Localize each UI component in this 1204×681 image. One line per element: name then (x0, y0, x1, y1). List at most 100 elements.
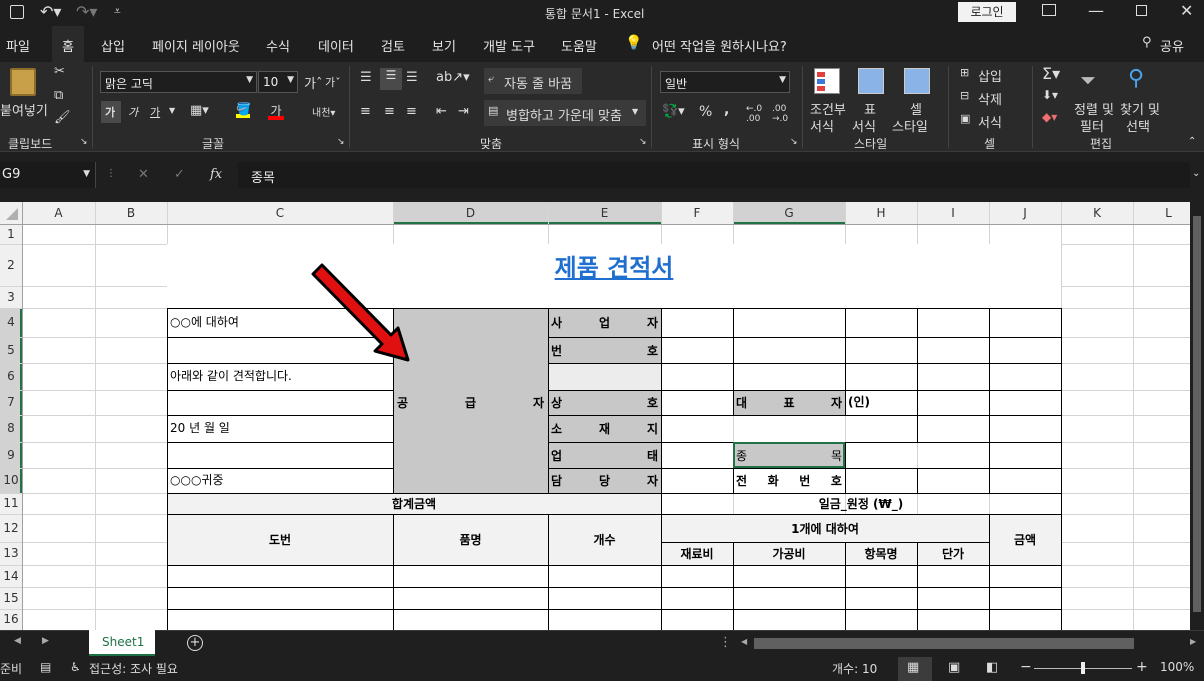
italic-button[interactable]: 가 (128, 104, 138, 120)
tab-page-layout[interactable]: 페이지 레이아웃 (152, 36, 240, 55)
increase-decimal-icon[interactable]: ←.0.00 (746, 104, 762, 124)
font-color-icon[interactable]: 가 (268, 102, 284, 120)
tab-review[interactable]: 검토 (381, 36, 405, 55)
cell-styles-icon[interactable] (904, 68, 930, 94)
tell-me-box[interactable]: 어떤 작업을 원하시나요? (652, 36, 787, 55)
prev-sheet-icon[interactable]: ◀ (14, 636, 21, 646)
page-break-view-icon[interactable]: ◧ (986, 660, 998, 675)
sort-filter-label2[interactable]: 필터 (1080, 116, 1104, 135)
customize-qat-icon[interactable]: ⩡ (114, 4, 121, 19)
align-top-icon[interactable]: ☰ (360, 70, 372, 85)
orientation-icon[interactable]: ab↗▾ (436, 70, 470, 85)
login-button[interactable]: 로그인 (958, 2, 1016, 22)
number-format-select[interactable]: 일반 ▼ (660, 71, 790, 93)
scroll-right-icon[interactable]: ▶ (1190, 637, 1196, 646)
font-name-select[interactable]: 맑은 고딕 ▼ (100, 71, 257, 93)
format-as-table-label2[interactable]: 서식 (852, 116, 876, 135)
autosum-icon[interactable]: Σ▾ (1042, 64, 1060, 83)
tab-formulas[interactable]: 수식 (266, 36, 290, 55)
sheet-tab-sheet1[interactable]: Sheet1 (89, 630, 155, 656)
formula-input[interactable]: 종목 (238, 162, 1190, 188)
share-button[interactable]: 공유 (1160, 36, 1184, 55)
tab-insert[interactable]: 삽입 (101, 36, 125, 55)
page-layout-view-icon[interactable]: ▣ (948, 660, 960, 675)
align-center-icon[interactable]: ≡ (384, 104, 395, 119)
find-select-label2[interactable]: 선택 (1126, 116, 1150, 135)
align-bottom-icon[interactable]: ☰ (406, 70, 418, 85)
find-select-icon[interactable]: ⚲ (1128, 66, 1144, 91)
formula-value: 종목 (251, 171, 275, 186)
zoom-out-icon[interactable]: − (1020, 659, 1032, 675)
font-launcher-icon[interactable]: ↘ (337, 137, 345, 147)
phonetic-icon[interactable]: 내천▾ (312, 104, 335, 119)
font-size-select[interactable]: 10 ▼ (258, 71, 298, 93)
indent-decrease-icon[interactable]: ⇤ (436, 104, 447, 119)
align-left-icon[interactable]: ≡ (360, 104, 371, 119)
border-icon[interactable]: ▦▾ (190, 103, 209, 118)
close-icon[interactable]: ✕ (1180, 1, 1193, 20)
tab-splitter-icon[interactable]: ⋮ (719, 635, 732, 650)
undo-icon[interactable]: ↶▾ (40, 2, 61, 21)
tab-home-label[interactable]: 홈 (62, 36, 74, 55)
format-painter-icon[interactable]: 🖌 (54, 110, 71, 125)
font-shrink-icon[interactable]: 가ˇ (325, 74, 341, 90)
ribbon-display-icon[interactable] (1042, 4, 1056, 16)
conditional-format-icon[interactable] (814, 68, 840, 94)
indent-increase-icon[interactable]: ⇥ (458, 104, 469, 119)
format-cells-button[interactable]: 서식 (978, 112, 1002, 131)
zoom-slider-thumb[interactable] (1081, 662, 1085, 674)
accounting-format-icon[interactable]: 💱▾ (662, 104, 685, 119)
chevron-down-icon[interactable]: ▼ (632, 107, 638, 116)
tab-file[interactable]: 파일 (6, 36, 30, 55)
expand-formula-icon[interactable]: ⌄ (1192, 168, 1200, 179)
tab-help[interactable]: 도움말 (561, 36, 597, 55)
delete-cells-button[interactable]: 삭제 (978, 89, 1002, 108)
collapse-ribbon-icon[interactable]: ⌃ (1188, 136, 1196, 147)
alignment-launcher-icon[interactable]: ↘ (639, 137, 647, 147)
minimize-icon[interactable]: — (1088, 1, 1104, 20)
clear-icon[interactable]: ◆▾ (1042, 110, 1057, 124)
autosave-icon[interactable] (10, 5, 24, 19)
accessibility-status[interactable]: 접근성: 조사 필요 (89, 660, 178, 677)
number-launcher-icon[interactable]: ↘ (790, 137, 798, 147)
conditional-format-label2[interactable]: 서식 (810, 116, 834, 135)
sort-filter-icon[interactable]: ⏷ (1080, 68, 1096, 92)
macro-record-icon[interactable]: ▤ (40, 660, 51, 674)
insert-cells-button[interactable]: 삽입 (978, 66, 1002, 85)
add-sheet-icon[interactable]: + (187, 635, 203, 651)
copy-icon[interactable]: ⧉ (54, 88, 63, 103)
scroll-left-icon[interactable]: ◀ (741, 637, 747, 646)
zoom-level[interactable]: 100% (1160, 660, 1194, 674)
align-right-icon[interactable]: ≡ (406, 104, 417, 119)
enter-icon[interactable]: ✓ (174, 167, 185, 182)
comma-button[interactable]: , (724, 102, 729, 118)
decrease-decimal-icon[interactable]: .00 →.0 (772, 104, 788, 124)
horizontal-scrollbar[interactable] (754, 638, 1134, 649)
name-box[interactable]: G9 ▼ (0, 162, 96, 188)
zoom-in-icon[interactable]: + (1136, 659, 1148, 675)
formula-bar: G9 ▼ ⋮ ✕ ✓ fx 종목 ⌄ (0, 152, 1204, 202)
fill-icon[interactable]: ⬇▾ (1042, 88, 1058, 102)
format-as-table-icon[interactable] (858, 68, 884, 94)
cancel-icon[interactable]: ✕ (138, 167, 149, 182)
tab-view[interactable]: 보기 (432, 36, 456, 55)
font-grow-icon[interactable]: 가ˆ (304, 73, 322, 92)
underline-dropdown-icon[interactable]: ▼ (169, 106, 175, 115)
tab-data[interactable]: 데이터 (318, 36, 354, 55)
next-sheet-icon[interactable]: ▶ (42, 636, 49, 646)
redo-icon[interactable]: ↷▾ (76, 2, 97, 21)
worksheet-grid[interactable]: A B C D E F G H I J K L 1 2 3 4 5 6 7 8 9 10 11 12 13 14 15 16 제품 견적… (0, 202, 1204, 630)
tab-developer[interactable]: 개발 도구 (483, 36, 535, 55)
insert-function-icon[interactable]: fx (210, 167, 222, 182)
paste-button[interactable]: 붙여넣기 (0, 100, 48, 119)
cut-icon[interactable]: ✂ (54, 64, 65, 79)
accessibility-icon[interactable]: ♿ (70, 660, 81, 674)
align-middle-icon[interactable]: ☰ (380, 68, 402, 90)
clipboard-launcher-icon[interactable]: ↘ (80, 137, 88, 147)
paste-icon[interactable] (10, 68, 36, 96)
fill-color-icon[interactable]: 🪣 (236, 102, 251, 118)
cell-styles-label2[interactable]: 스타일 (892, 116, 928, 135)
percent-button[interactable]: % (699, 104, 712, 120)
maximize-icon[interactable] (1136, 5, 1147, 16)
underline-button[interactable]: 가 (150, 104, 160, 120)
